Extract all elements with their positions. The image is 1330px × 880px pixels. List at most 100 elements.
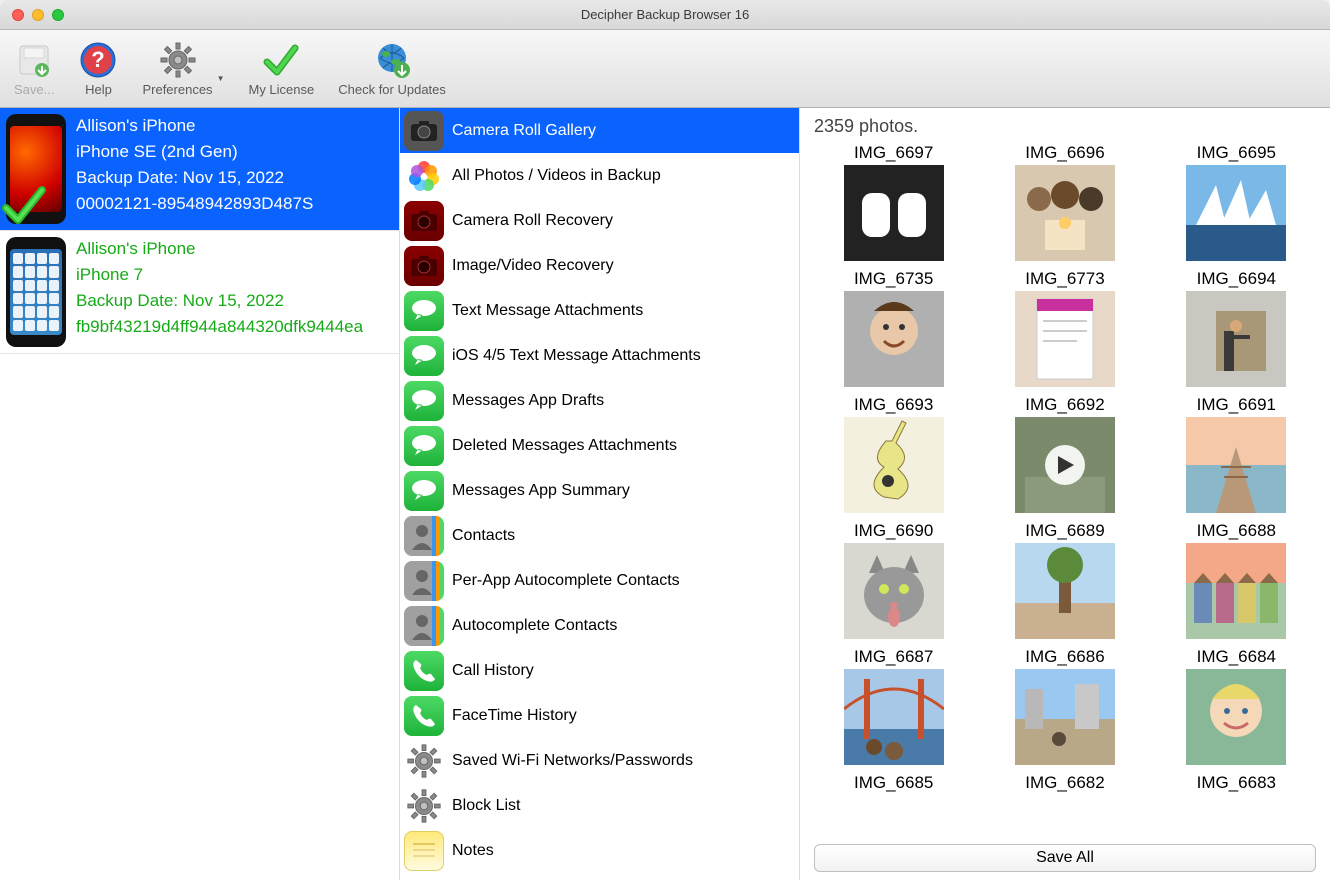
thumbnail-image[interactable] [1015, 165, 1115, 261]
category-item[interactable]: Messages App Drafts [400, 378, 799, 423]
category-label: Notes [452, 842, 494, 860]
thumbnail-name: IMG_6685 [854, 771, 933, 795]
category-label: iOS 4/5 Text Message Attachments [452, 347, 701, 365]
thumbnail-image[interactable] [1015, 291, 1115, 387]
close-icon[interactable] [12, 9, 24, 21]
thumbnail-image[interactable] [844, 669, 944, 765]
message-icon [404, 471, 444, 511]
thumbnail-name: IMG_6691 [1197, 393, 1276, 417]
category-label: Messages App Summary [452, 482, 630, 500]
thumbnail-image[interactable] [1015, 417, 1115, 513]
category-item[interactable]: FaceTime History [400, 693, 799, 738]
thumbnail: IMG_6691 [1186, 393, 1286, 513]
category-item[interactable]: Contacts [400, 513, 799, 558]
device-backup: Backup Date: Nov 15, 2022 [76, 168, 313, 188]
chevron-down-icon[interactable]: ▼ [217, 74, 225, 83]
category-label: Contacts [452, 527, 515, 545]
zoom-icon[interactable] [52, 9, 64, 21]
thumbnail: IMG_6696 [1015, 141, 1115, 261]
thumbnail: IMG_6735 [844, 267, 944, 387]
category-item[interactable]: All Photos / Videos in Backup [400, 153, 799, 198]
device-list: Allison's iPhoneiPhone SE (2nd Gen)Backu… [0, 108, 400, 880]
category-item[interactable]: Per-App Autocomplete Contacts [400, 558, 799, 603]
thumbnail-image[interactable] [844, 291, 944, 387]
category-label: Per-App Autocomplete Contacts [452, 572, 680, 590]
thumbnail-image[interactable] [1186, 291, 1286, 387]
thumbnail-image[interactable] [1015, 669, 1115, 765]
thumbnail-image[interactable] [1186, 543, 1286, 639]
thumbnail-image[interactable] [1186, 669, 1286, 765]
thumbnail: IMG_6694 [1186, 267, 1286, 387]
category-item[interactable]: Deleted Messages Attachments [400, 423, 799, 468]
thumbnail-name: IMG_6684 [1197, 645, 1276, 669]
device-info: Allison's iPhoneiPhone SE (2nd Gen)Backu… [76, 114, 313, 224]
device-id: 00002121-89548942893D487S [76, 194, 313, 214]
preferences-button[interactable]: Preferences [142, 40, 212, 97]
check-icon [2, 184, 46, 228]
thumbnail-name: IMG_6682 [1025, 771, 1104, 795]
message-icon [404, 426, 444, 466]
thumbnail: IMG_6693 [844, 393, 944, 513]
category-item[interactable]: Text Message Attachments [400, 288, 799, 333]
save-all-button[interactable]: Save All [814, 844, 1316, 872]
device-info: Allison's iPhoneiPhone 7Backup Date: Nov… [76, 237, 363, 347]
device-item[interactable]: Allison's iPhoneiPhone SE (2nd Gen)Backu… [0, 108, 399, 231]
category-item[interactable]: Saved Wi-Fi Networks/Passwords [400, 738, 799, 783]
camera-icon [404, 111, 444, 151]
category-item[interactable]: iOS 4/5 Text Message Attachments [400, 333, 799, 378]
thumbnail-image[interactable] [844, 165, 944, 261]
help-button[interactable]: ? Help [78, 40, 118, 97]
category-label: Camera Roll Recovery [452, 212, 613, 230]
device-backup: Backup Date: Nov 15, 2022 [76, 291, 363, 311]
device-id: fb9bf43219d4ff944a844320dfk9444ea [76, 317, 363, 337]
save-button[interactable]: Save... [14, 40, 54, 97]
thumbnail-image[interactable] [1015, 543, 1115, 639]
device-thumb [6, 114, 66, 224]
window-controls [0, 9, 64, 21]
thumbnail-name: IMG_6687 [854, 645, 933, 669]
category-item[interactable]: Notes [400, 828, 799, 873]
content: Allison's iPhoneiPhone SE (2nd Gen)Backu… [0, 108, 1330, 880]
thumbnail-name: IMG_6689 [1025, 519, 1104, 543]
category-label: Block List [452, 797, 520, 815]
message-icon [404, 336, 444, 376]
device-thumb [6, 237, 66, 347]
thumbnail-image[interactable] [1186, 417, 1286, 513]
category-label: Image/Video Recovery [452, 257, 614, 275]
thumbnail-image[interactable] [844, 543, 944, 639]
message-icon [404, 381, 444, 421]
category-item[interactable]: Camera Roll Gallery [400, 108, 799, 153]
save-icon [14, 40, 54, 80]
thumbnail-name: IMG_6692 [1025, 393, 1104, 417]
category-label: Saved Wi-Fi Networks/Passwords [452, 752, 693, 770]
category-label: Messages App Drafts [452, 392, 604, 410]
gallery-panel: 2359 photos. IMG_6697IMG_6696IMG_6695IMG… [800, 108, 1330, 880]
category-label: Text Message Attachments [452, 302, 643, 320]
updates-button[interactable]: Check for Updates [338, 40, 446, 97]
contact-icon [404, 606, 444, 646]
device-name: Allison's iPhone [76, 116, 313, 136]
license-button[interactable]: My License [248, 40, 314, 97]
minimize-icon[interactable] [32, 9, 44, 21]
category-item[interactable]: Block List [400, 783, 799, 828]
thumbnail-image[interactable] [844, 417, 944, 513]
thumbnail: IMG_6689 [1015, 519, 1115, 639]
svg-text:?: ? [92, 47, 105, 72]
category-label: FaceTime History [452, 707, 577, 725]
photo-count: 2359 photos. [800, 108, 1330, 141]
contact-icon [404, 516, 444, 556]
category-item[interactable]: Messages App Summary [400, 468, 799, 513]
camera-icon [404, 201, 444, 241]
category-list: Camera Roll Gallery All Photos / Videos i… [400, 108, 800, 880]
thumbnail: IMG_6695 [1186, 141, 1286, 261]
category-item[interactable]: Camera Roll Recovery [400, 198, 799, 243]
thumbnail-image[interactable] [1186, 165, 1286, 261]
phone-icon [404, 696, 444, 736]
contact-icon [404, 561, 444, 601]
device-item[interactable]: Allison's iPhoneiPhone 7Backup Date: Nov… [0, 231, 399, 354]
thumbnail: IMG_6686 [1015, 645, 1115, 765]
category-item[interactable]: Image/Video Recovery [400, 243, 799, 288]
category-label: All Photos / Videos in Backup [452, 167, 661, 185]
category-item[interactable]: Call History [400, 648, 799, 693]
category-item[interactable]: Autocomplete Contacts [400, 603, 799, 648]
